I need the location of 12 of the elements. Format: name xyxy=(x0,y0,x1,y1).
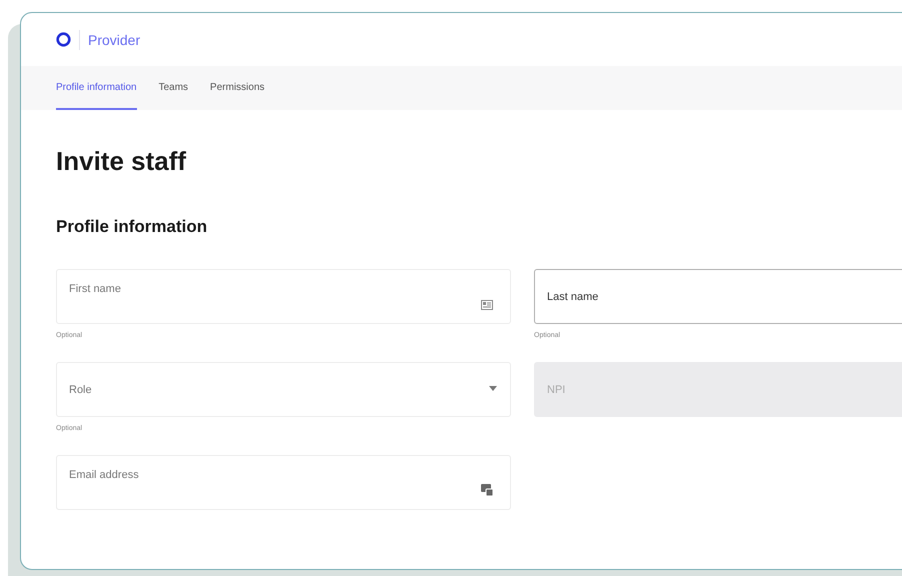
tab[interactable]: Teams xyxy=(158,66,188,110)
section-title: Profile information xyxy=(56,217,208,237)
role-dropdown[interactable]: Role xyxy=(56,362,511,417)
autofill-key-icon xyxy=(481,484,493,496)
page-title: Invite staff xyxy=(56,146,188,177)
contact-card-icon xyxy=(481,300,493,310)
tab[interactable]: Profile information xyxy=(56,66,137,110)
input-field[interactable]: Last name xyxy=(534,269,902,324)
tab[interactable]: Permissions xyxy=(210,66,265,110)
brand-name: Provider xyxy=(88,32,140,48)
caret-icon xyxy=(489,386,497,391)
ring-logo-icon xyxy=(56,32,71,47)
